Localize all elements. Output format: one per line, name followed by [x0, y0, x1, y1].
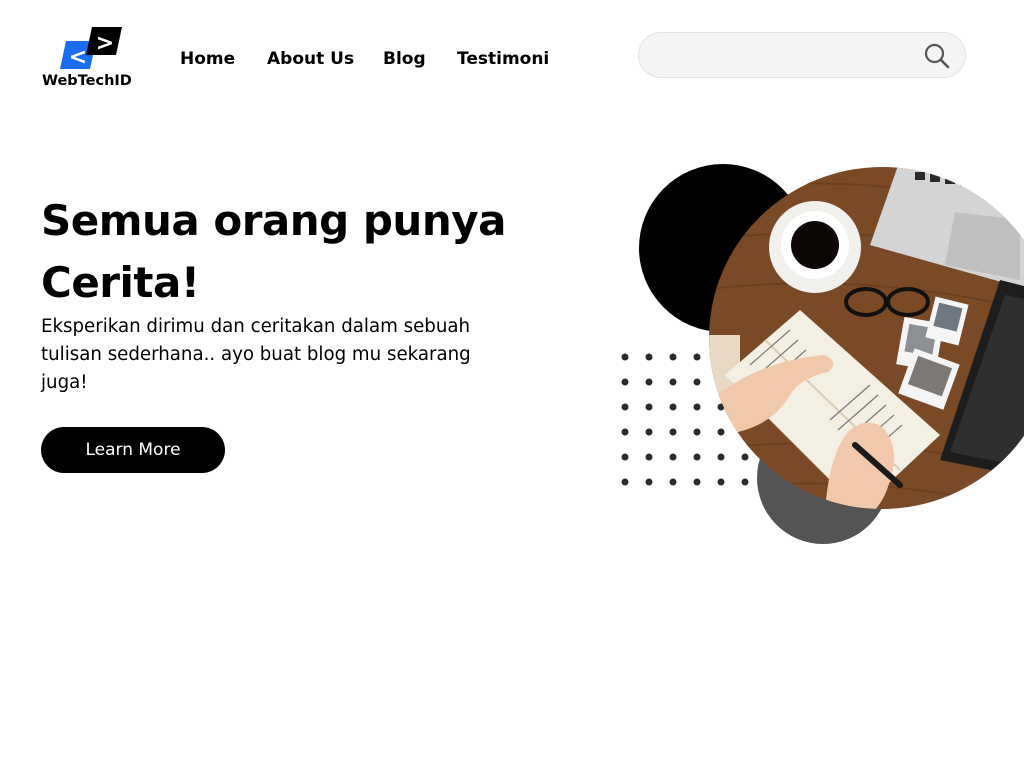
logo-left-glyph: < — [69, 45, 87, 69]
nav-about-link[interactable]: About Us — [267, 47, 354, 71]
search-bar — [638, 32, 966, 78]
logo-right-glyph: > — [96, 31, 114, 56]
hero-illustration — [621, 164, 1024, 544]
nav-home-link[interactable]: Home — [180, 47, 235, 71]
brand-name: WebTechID — [42, 73, 132, 89]
hero-title-line-2: Cerita! — [41, 258, 200, 307]
code-brackets-logo-icon: < > — [60, 27, 122, 69]
learn-more-button[interactable]: Learn More — [41, 427, 225, 473]
hero-title: Semua orang punya Cerita! — [41, 190, 561, 314]
logo[interactable]: < > WebTechID — [42, 27, 142, 91]
nav-testimoni-link[interactable]: Testimoni — [457, 47, 549, 71]
hero-description: Eksperikan dirimu dan ceritakan dalam se… — [41, 316, 471, 393]
search-icon[interactable] — [923, 42, 951, 70]
nav-blog-link[interactable]: Blog — [383, 47, 426, 71]
search-input[interactable] — [657, 42, 921, 70]
hero-title-line-1: Semua orang punya — [41, 196, 506, 245]
